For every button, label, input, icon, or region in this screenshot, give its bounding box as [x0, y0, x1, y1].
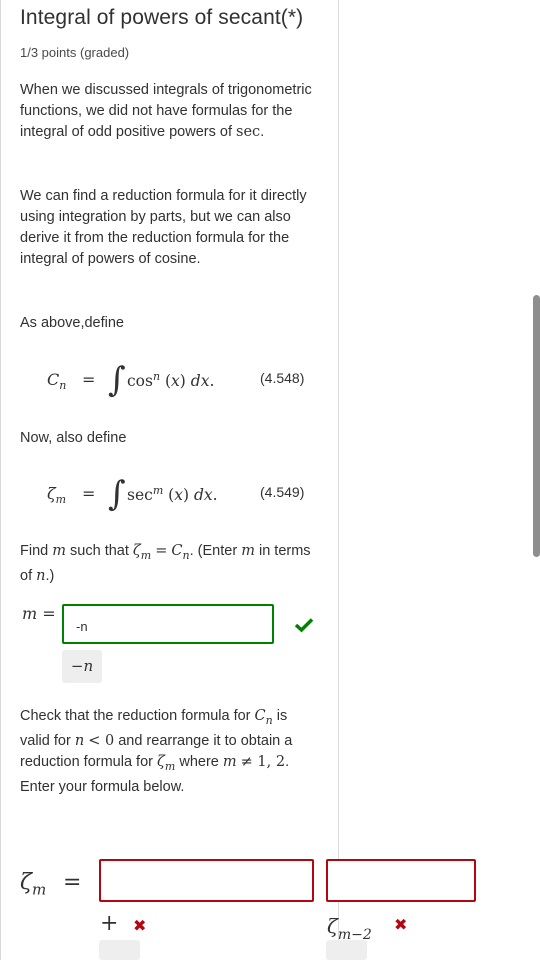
equation-number-4549: (4.549) — [260, 484, 305, 500]
plus-sign: + — [100, 911, 119, 936]
formula-input-2[interactable] — [326, 859, 476, 902]
equation-number-4548: (4.548) — [260, 370, 305, 386]
m-answer-input[interactable]: -n — [62, 604, 274, 644]
equation-zeta-m: ζm = ∫ secm (x) dx. (4.549) — [47, 474, 305, 514]
problem-title: Integral of powers of secant(*) — [20, 6, 304, 29]
zeta-m-minus-2-label: ζm−2 — [327, 914, 372, 943]
correct-check-icon — [294, 618, 314, 633]
content-border-left — [0, 0, 1, 960]
define-zeta-label: Now, also define — [20, 430, 127, 446]
preview-box-2 — [326, 940, 367, 960]
m-equals-label: m = — [22, 604, 56, 623]
check-instruction: Check that the reduction formula for Cn … — [20, 708, 293, 795]
preview-box-1 — [99, 940, 140, 960]
define-c-label: As above,define — [20, 315, 124, 331]
find-m-instruction: Find m such that ζm = Cn. (Enter m in te… — [20, 543, 311, 584]
equation-c-n: Cn = ∫ cosn (x) dx. (4.548) — [47, 360, 305, 400]
incorrect-x-icon-2: ✖ — [394, 917, 408, 934]
equals-sign: = — [63, 870, 82, 895]
content-border-right — [338, 0, 339, 960]
scrollbar-thumb[interactable] — [533, 295, 540, 557]
reduction-paragraph: We can find a reduction formula for it d… — [20, 188, 307, 267]
zeta-m-label: ζm — [20, 870, 47, 899]
intro-paragraph: When we discussed integrals of trigonome… — [20, 82, 312, 140]
points-label: 1/3 points (graded) — [20, 45, 130, 60]
m-answer-preview: −n — [62, 650, 102, 683]
formula-input-1[interactable] — [99, 859, 314, 902]
incorrect-x-icon-1: ✖ — [133, 918, 147, 935]
